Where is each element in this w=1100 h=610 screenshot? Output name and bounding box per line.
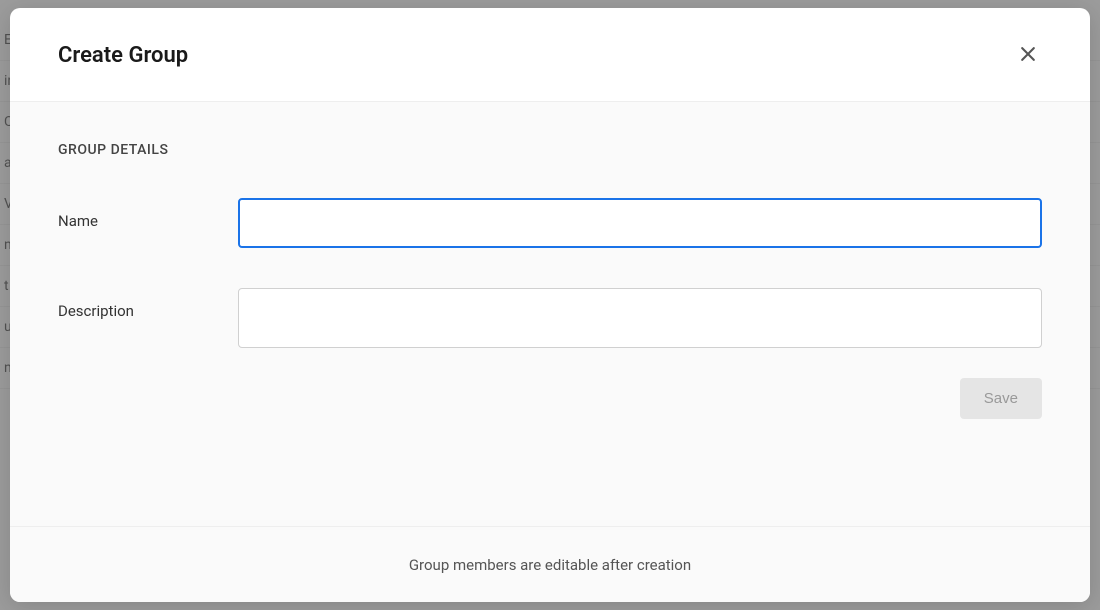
close-button[interactable] (1014, 40, 1042, 71)
modal-body: GROUP DETAILS Name Description Save (10, 101, 1090, 527)
form-row-name: Name (58, 198, 1042, 248)
description-label: Description (58, 288, 238, 320)
footer-text: Group members are editable after creatio… (409, 556, 691, 574)
button-row: Save (58, 378, 1042, 419)
name-label: Name (58, 198, 238, 230)
modal-overlay: Create Group GROUP DETAILS Name Descrip (0, 0, 1100, 610)
modal-title: Create Group (58, 43, 188, 68)
modal-footer: Group members are editable after creatio… (10, 527, 1090, 602)
save-button[interactable]: Save (960, 378, 1042, 419)
modal-header: Create Group (10, 8, 1090, 101)
name-input[interactable] (238, 198, 1042, 248)
section-heading: GROUP DETAILS (58, 142, 1042, 158)
description-input[interactable] (238, 288, 1042, 348)
create-group-modal: Create Group GROUP DETAILS Name Descrip (10, 8, 1090, 602)
close-icon (1018, 44, 1038, 67)
form-row-description: Description (58, 288, 1042, 348)
